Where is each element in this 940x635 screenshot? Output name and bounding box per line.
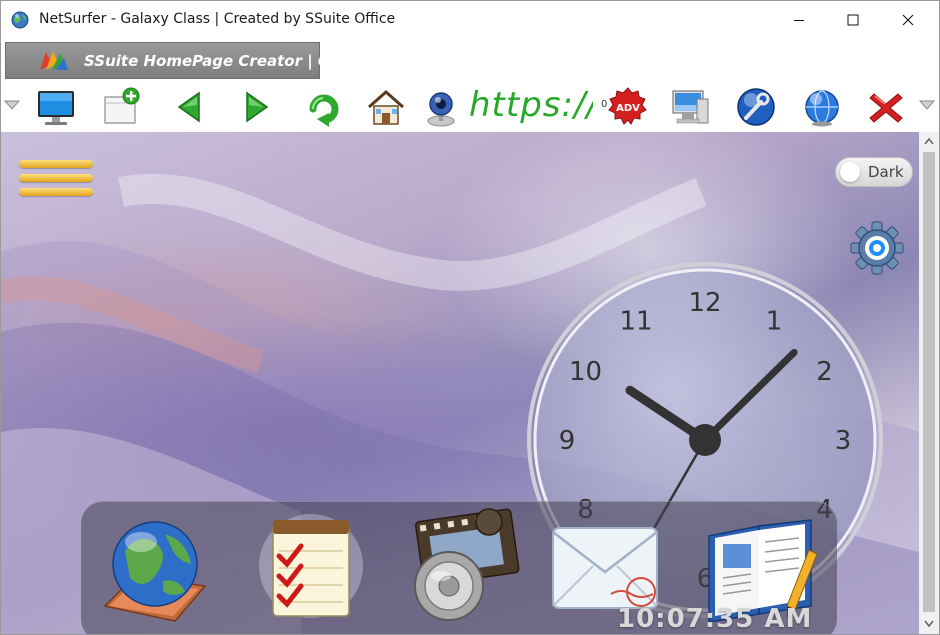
clock-numeral: 3: [835, 426, 852, 456]
clock-numeral: 12: [688, 288, 721, 318]
close-icon[interactable]: [885, 1, 931, 40]
notepad-checklist-icon[interactable]: [251, 506, 371, 626]
adv-badge-icon[interactable]: ADV: [607, 85, 649, 129]
new-tab-icon[interactable]: [101, 85, 143, 129]
title-bar: NetSurfer - Galaxy Class | Created by SS…: [1, 1, 939, 40]
clock-center-cap: [689, 424, 721, 456]
dark-mode-label: Dark: [868, 163, 904, 181]
globe-book-icon[interactable]: [95, 506, 215, 626]
adv-badge-label: ADV: [616, 103, 640, 114]
browser-window: NetSurfer - Galaxy Class | Created by SS…: [0, 0, 940, 635]
minimize-icon[interactable]: [776, 1, 822, 40]
desktop-icon[interactable]: [669, 85, 711, 129]
maximize-icon[interactable]: [830, 1, 876, 40]
ssuite-logo-icon: [40, 51, 68, 70]
close-x-icon[interactable]: [865, 85, 907, 129]
tab-label: SSuite HomePage Creator | C: [84, 52, 329, 70]
clock-numeral: 11: [619, 307, 652, 337]
homepage-content: Dark 12 1 2 3 9 10 11 10:07:35 AM: [1, 132, 919, 634]
scroll-thumb[interactable]: [923, 152, 935, 612]
clock-numeral: 2: [816, 357, 833, 387]
window-title: NetSurfer - Galaxy Class | Created by SS…: [39, 11, 396, 27]
dark-mode-toggle[interactable]: Dark: [835, 157, 913, 187]
dropdown-left-icon[interactable]: [3, 98, 21, 112]
menu-bar-line: [19, 160, 93, 168]
toggle-knob: [840, 162, 860, 182]
scroll-up-icon[interactable]: [924, 137, 934, 145]
toolbar: https:// 0 ADV: [1, 82, 939, 132]
address-bar[interactable]: https://: [467, 83, 593, 131]
tab-homepage-creator[interactable]: SSuite HomePage Creator | C: [5, 42, 329, 79]
tools-icon[interactable]: [735, 85, 777, 129]
back-arrow-icon[interactable]: [169, 85, 211, 129]
menu-bar-line: [19, 188, 93, 196]
address-text: https://: [469, 85, 593, 125]
globe-icon[interactable]: [801, 85, 843, 129]
vertical-scrollbar[interactable]: [919, 132, 939, 634]
clock-numeral: 10: [569, 357, 602, 387]
digital-clock: 10:07:35 AM: [617, 604, 813, 634]
forward-arrow-icon[interactable]: [235, 85, 277, 129]
dropdown-right-icon[interactable]: [917, 98, 937, 112]
webcam-icon[interactable]: [421, 85, 461, 129]
tab-row: SSuite HomePage Creator | C: [1, 40, 939, 82]
monitor-icon[interactable]: [35, 85, 77, 129]
hamburger-menu-icon[interactable]: [19, 160, 93, 200]
globe-icon: [11, 11, 29, 29]
menu-bar-line: [19, 174, 93, 182]
clock-numeral: 9: [559, 426, 576, 456]
speaker-film-icon[interactable]: [401, 506, 521, 626]
clock-numeral: 1: [766, 307, 783, 337]
scroll-down-icon[interactable]: [924, 620, 934, 628]
home-icon[interactable]: [365, 85, 407, 129]
refresh-icon[interactable]: [301, 85, 343, 129]
